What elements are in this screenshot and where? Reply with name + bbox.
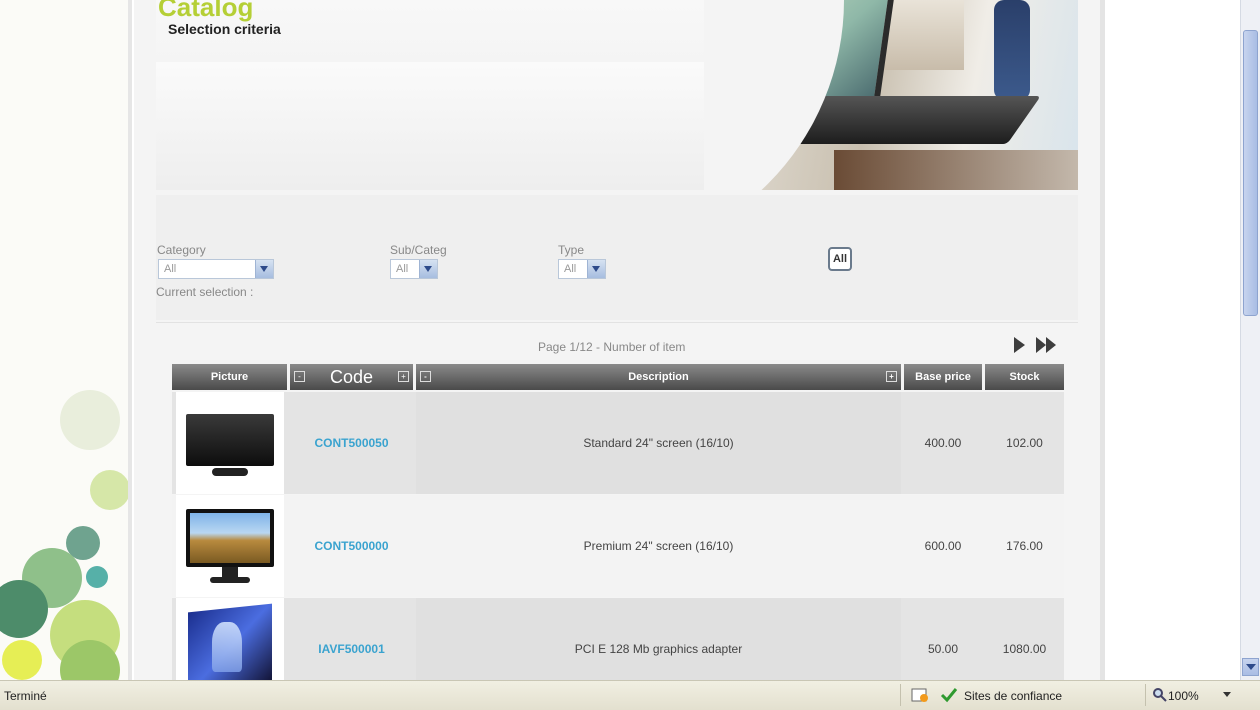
- product-stock: 1080.00: [1002, 642, 1047, 656]
- scroll-down-arrow-icon[interactable]: [1242, 658, 1259, 676]
- monitor-image: [182, 396, 278, 490]
- current-selection-label: Current selection :: [156, 285, 254, 299]
- sort-icon[interactable]: -: [294, 371, 305, 382]
- subcateg-select-value: All: [396, 263, 409, 275]
- last-page-icon[interactable]: [1034, 335, 1060, 355]
- product-description: Standard 24" screen (16/10): [416, 392, 901, 494]
- type-label: Type: [558, 243, 585, 257]
- decor-circle: [60, 390, 120, 450]
- sort-icon[interactable]: +: [886, 371, 897, 382]
- decor-circle: [2, 640, 42, 680]
- page-left-edge: [128, 0, 132, 680]
- product-base-price: 600.00: [924, 539, 962, 553]
- header-inner-panel: [156, 62, 706, 190]
- product-picture[interactable]: [176, 392, 284, 494]
- filters-panel: Category All Sub/Categ All Type All All …: [156, 195, 1078, 320]
- checkmark-icon: [940, 688, 958, 703]
- decor-circle: [90, 470, 130, 510]
- product-code-link[interactable]: CONT500000: [290, 495, 413, 597]
- browser-status-bar: Terminé Sites de confiance 100%: [0, 680, 1260, 710]
- table-row: CONT500050 Standard 24" screen (16/10) 4…: [172, 392, 1064, 494]
- table-header: Picture - Code + - Description + Base pr…: [172, 364, 1064, 390]
- security-zone-label[interactable]: Sites de confiance: [964, 689, 1062, 703]
- page-title: Catalog: [158, 0, 254, 22]
- column-header-code[interactable]: - Code +: [290, 364, 413, 390]
- product-code-link[interactable]: IAVF500001: [290, 598, 413, 680]
- zoom-level[interactable]: 100%: [1168, 689, 1199, 703]
- product-picture[interactable]: [176, 598, 284, 680]
- column-header-base-price[interactable]: Base price: [904, 364, 982, 390]
- product-base-price: 400.00: [924, 436, 962, 450]
- security-lock-icon[interactable]: [910, 686, 930, 704]
- product-picture[interactable]: [176, 495, 284, 597]
- zoom-icon[interactable]: [1152, 687, 1168, 703]
- column-header-code-label: Code: [329, 367, 374, 387]
- next-page-icon[interactable]: [1010, 335, 1028, 355]
- divider: [156, 322, 1078, 323]
- monitor-landscape-image: [182, 499, 278, 593]
- product-stock: 102.00: [1006, 436, 1043, 450]
- paging-info: Page 1/12 - Number of item: [538, 340, 686, 354]
- product-code-link[interactable]: CONT500050: [290, 392, 413, 494]
- status-text: Terminé: [4, 689, 47, 703]
- product-description: Premium 24" screen (16/10): [583, 539, 734, 553]
- left-decorative-background: [0, 0, 130, 680]
- graphics-card-box-image: [182, 602, 278, 680]
- page-right-edge: [1100, 0, 1105, 680]
- show-all-button[interactable]: All: [828, 247, 852, 271]
- header-banner-image: [704, 0, 1078, 190]
- sort-icon[interactable]: -: [420, 371, 431, 382]
- chevron-down-icon[interactable]: [587, 260, 605, 278]
- product-stock: 176.00: [1006, 539, 1043, 553]
- chevron-down-icon[interactable]: [419, 260, 437, 278]
- chevron-down-icon[interactable]: [255, 260, 273, 278]
- scrollbar-thumb[interactable]: [1243, 30, 1258, 316]
- type-select[interactable]: All: [558, 259, 606, 279]
- decor-circle: [86, 566, 108, 588]
- table-row: IAVF500001 PCI E 128 Mb graphics adapter…: [172, 598, 1064, 680]
- column-header-picture: Picture: [172, 364, 287, 390]
- column-header-description[interactable]: - Description +: [416, 364, 901, 390]
- subcateg-label: Sub/Categ: [390, 243, 447, 257]
- category-label: Category: [157, 243, 206, 257]
- category-select-value: All: [164, 263, 177, 275]
- column-header-description-label: Description: [628, 371, 689, 383]
- table-row: CONT500000 Premium 24" screen (16/10) 60…: [172, 495, 1064, 597]
- vertical-scrollbar[interactable]: [1240, 0, 1260, 680]
- selection-criteria-heading: Selection criteria: [168, 21, 281, 37]
- product-base-price: 50.00: [927, 642, 959, 656]
- sort-icon[interactable]: +: [398, 371, 409, 382]
- category-select[interactable]: All: [158, 259, 274, 279]
- subcateg-select[interactable]: All: [390, 259, 438, 279]
- chevron-down-icon[interactable]: [1222, 691, 1232, 699]
- catalog-page: Catalog Selection criteria Category All …: [134, 0, 1100, 680]
- column-header-stock[interactable]: Stock: [985, 364, 1064, 390]
- product-description: PCI E 128 Mb graphics adapter: [416, 598, 901, 680]
- type-select-value: All: [564, 263, 577, 275]
